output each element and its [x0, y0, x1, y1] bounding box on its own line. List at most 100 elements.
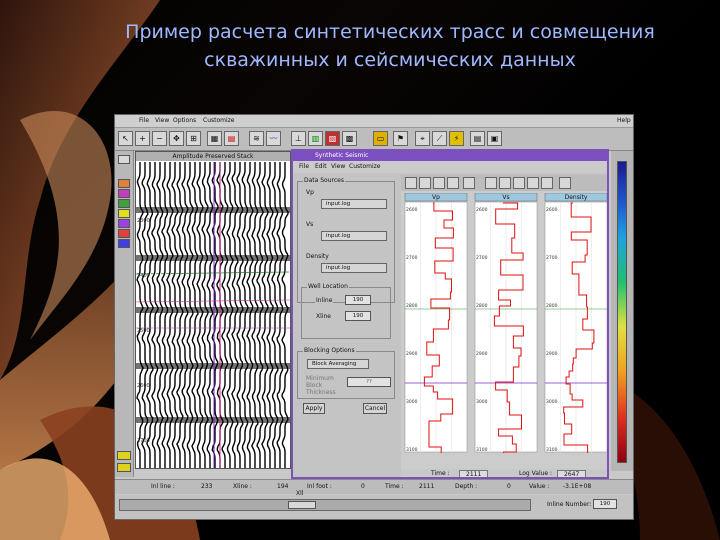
inline-scroll-thumb[interactable] — [288, 501, 316, 509]
fault-icon[interactable]: ⟋ — [432, 131, 447, 146]
swatch-red[interactable] — [118, 229, 130, 238]
blocking-dropdown[interactable]: Block Averaging — [307, 359, 369, 369]
depth-label: 3100 — [546, 447, 558, 453]
log-color-icon[interactable] — [499, 177, 511, 189]
vs-dropdown[interactable]: input.log — [321, 231, 387, 241]
slide-title-line-2: скважинных и сейсмических данных — [204, 49, 576, 71]
log-track-title: Vp — [432, 194, 440, 201]
log-move-icon[interactable] — [447, 177, 459, 189]
arrow-tool-icon[interactable] — [118, 155, 130, 164]
bottom-bar: Xll Inline Number: 190 — [115, 490, 633, 519]
status-value-label: Value : — [529, 483, 550, 490]
trace-icon[interactable]: ≋ — [249, 131, 264, 146]
well-location-label: Well Location — [307, 283, 349, 290]
swatch-yellow[interactable] — [118, 209, 130, 218]
color-scale-icon[interactable]: ▤ — [224, 131, 239, 146]
status-time-value: 2111 — [419, 483, 435, 490]
depth-label: 3000 — [476, 399, 488, 405]
well-icon[interactable]: ⊥ — [291, 131, 306, 146]
layers-icon[interactable]: ▤ — [470, 131, 485, 146]
folder-icon[interactable]: ▭ — [373, 131, 388, 146]
dialog-controls: Data Sources Vp input.log Vs input.log D… — [297, 175, 399, 399]
display-icon[interactable]: ▦ — [207, 131, 222, 146]
log-icon[interactable]: ▥ — [308, 131, 323, 146]
menu-options[interactable]: Options — [173, 117, 196, 124]
status-indicator — [117, 451, 131, 460]
log-block-icon[interactable] — [527, 177, 539, 189]
xline-field[interactable]: 190 — [345, 311, 371, 321]
depth-label: 2900 — [406, 351, 418, 357]
vp-label: Vp — [305, 189, 315, 196]
cancel-button[interactable]: Cancel — [363, 403, 387, 414]
pointer-tool-icon[interactable]: ↖ — [118, 131, 133, 146]
zoom-in-icon[interactable]: + — [135, 131, 150, 146]
menu-help[interactable]: Help — [617, 117, 631, 124]
status-inlfoot-label: Inl foot : — [307, 483, 332, 490]
menu-file[interactable]: File — [139, 117, 149, 124]
inline-number-label: Inline Number: — [547, 501, 592, 508]
depth-label: 3000 — [546, 399, 558, 405]
inline-number-field[interactable]: 190 — [593, 499, 617, 509]
depth-label: 2600 — [476, 207, 488, 213]
status-value-value: -3.1E+08 — [563, 483, 592, 490]
dialog-title: Synthetic Seismic — [293, 151, 607, 161]
measure-icon[interactable]: ⊞ — [186, 131, 201, 146]
inline-scrollbar[interactable]: Xll — [119, 490, 531, 511]
apply-button[interactable]: Apply — [303, 403, 325, 414]
log-edit-icon[interactable] — [485, 177, 497, 189]
vp-dropdown[interactable]: input.log — [321, 199, 387, 209]
status-depth-value: 0 — [507, 483, 511, 490]
menu-view[interactable]: View — [155, 117, 169, 124]
swatch-violet[interactable] — [118, 219, 130, 228]
depth-label: 3100 — [476, 447, 488, 453]
log-export-icon[interactable] — [559, 177, 571, 189]
dialog-menu-customize[interactable]: Customize — [349, 163, 381, 170]
depth-label: 2700 — [476, 255, 488, 261]
log-footer-time-label: Time : — [431, 470, 450, 477]
log-pan-icon[interactable] — [433, 177, 445, 189]
dialog-menu-view[interactable]: View — [331, 163, 345, 170]
menu-customize[interactable]: Customize — [203, 117, 235, 124]
status-bar: Inl line : 233 Xline : 194 Inl foot : 0 … — [115, 479, 633, 494]
seismic-reflector — [136, 307, 290, 313]
depth-label: 3000 — [406, 399, 418, 405]
status-xline-label: Xline : — [233, 483, 252, 490]
pick-icon[interactable]: ⌖ — [415, 131, 430, 146]
density-label: Density — [305, 253, 330, 260]
depth-label: 2800 — [406, 303, 418, 309]
status-indicator-2 — [117, 463, 131, 472]
depth-label: 3100 — [406, 447, 418, 453]
swatch-magenta[interactable] — [118, 189, 130, 198]
threshold-field[interactable]: ?? — [347, 377, 391, 387]
dialog-menu-file[interactable]: File — [299, 163, 309, 170]
log-tracks[interactable]: Vp 2600 2700 2800 2900 3000 3100 Vs 2600 2700 2800… — [401, 193, 607, 469]
synthetic-icon[interactable]: ▧ — [325, 131, 340, 146]
log-pointer-icon[interactable] — [405, 177, 417, 189]
pan-icon[interactable]: ✥ — [169, 131, 184, 146]
depth-label: 2600 — [546, 207, 558, 213]
slide-title: Пример расчета синтетических трасс и сов… — [80, 18, 700, 74]
grid-icon[interactable]: ▩ — [342, 131, 357, 146]
status-inline-value: 233 — [201, 483, 213, 490]
log-zoom-icon[interactable] — [419, 177, 431, 189]
swatch-green[interactable] — [118, 199, 130, 208]
status-inline-label: Inl line : — [151, 483, 175, 490]
seismic-reflector — [136, 207, 290, 213]
time-label: 2700 — [137, 438, 150, 444]
swatch-orange[interactable] — [118, 179, 130, 188]
zoom-out-icon[interactable]: − — [152, 131, 167, 146]
density-dropdown[interactable]: input.log — [321, 263, 387, 273]
horizon-icon[interactable]: 〰 — [266, 131, 281, 146]
log-print-icon[interactable] — [541, 177, 553, 189]
inline-field[interactable]: 190 — [345, 295, 371, 305]
swatch-blue[interactable] — [118, 239, 130, 248]
lightning-icon[interactable]: ⚡ — [449, 131, 464, 146]
status-time-label: Time : — [385, 483, 404, 490]
print-icon[interactable]: ▣ — [487, 131, 502, 146]
flag-icon[interactable]: ⚑ — [393, 131, 408, 146]
dialog-menu-edit[interactable]: Edit — [315, 163, 327, 170]
left-tool-panel — [115, 151, 134, 477]
log-curve-icon[interactable] — [513, 177, 525, 189]
log-stretch-icon[interactable] — [463, 177, 475, 189]
seismic-traces[interactable]: 2300 2400 2500 2600 2700 — [136, 162, 290, 468]
